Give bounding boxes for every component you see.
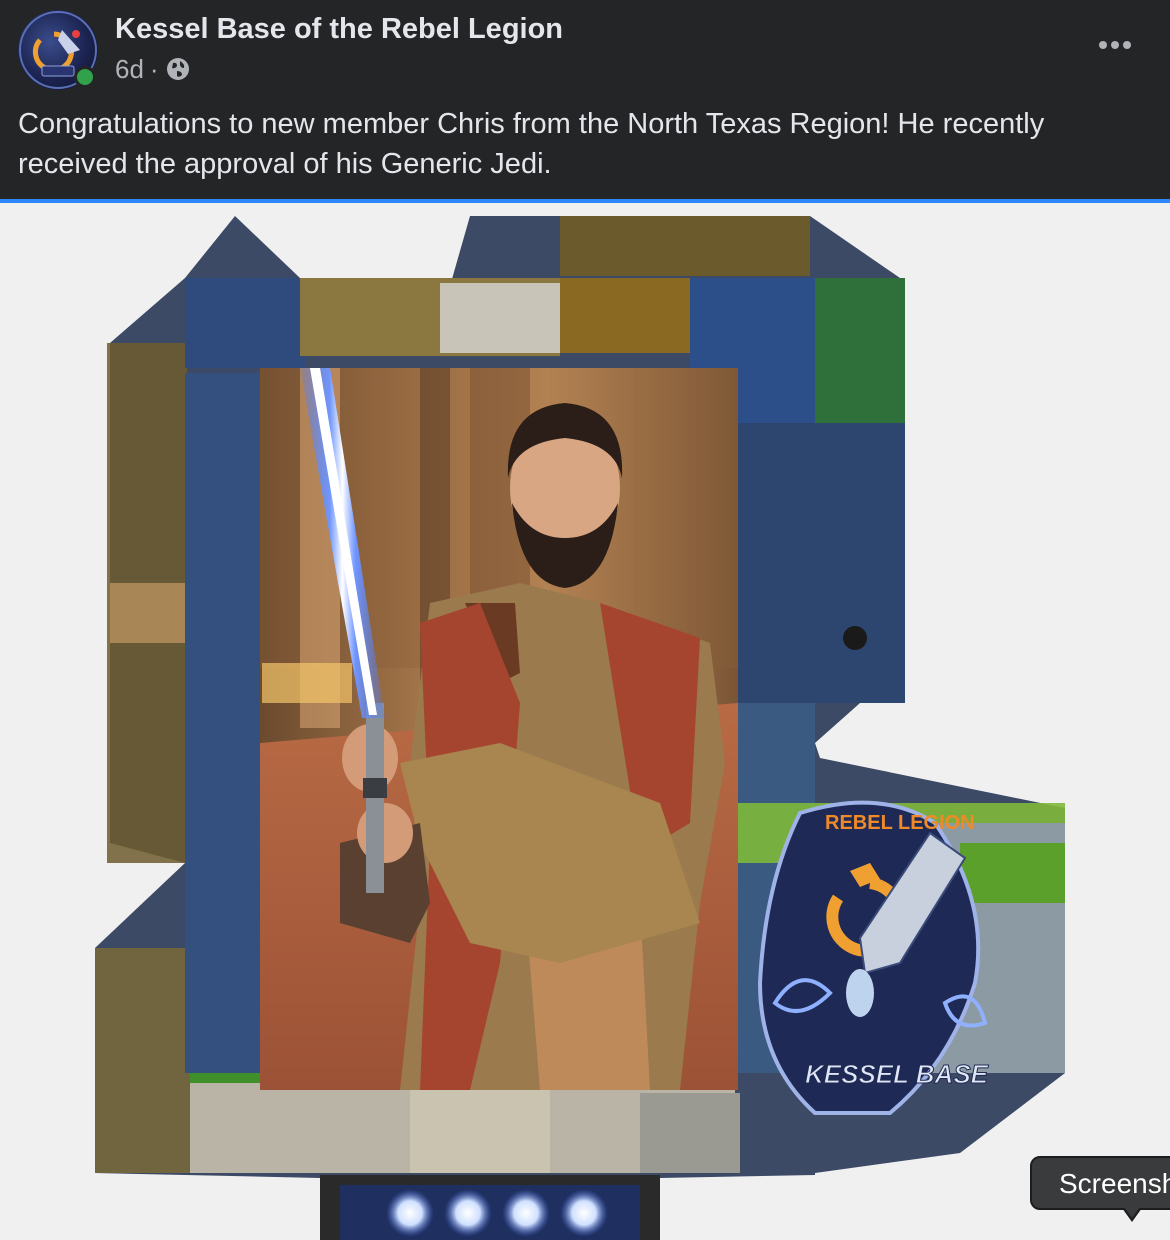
tooltip-arrow-fill [1124, 1207, 1140, 1218]
more-horizontal-icon [1099, 41, 1131, 49]
screenshot-tooltip: Screensh [1030, 1156, 1170, 1210]
patch-top-text: REBEL LEGION [825, 812, 975, 834]
post-header: Kessel Base of the Rebel Legion 6d · Con… [0, 0, 1170, 200]
post-timestamp[interactable]: 6d [115, 54, 144, 85]
post-image[interactable]: REBEL LEGION KESSEL BASE [0, 203, 1170, 1240]
page-name-link[interactable]: Kessel Base of the Rebel Legion [115, 12, 563, 46]
tooltip-label: Screensh [1059, 1168, 1170, 1199]
more-options-button[interactable] [1090, 28, 1140, 62]
card-base-lights [320, 1175, 660, 1240]
post-text: Congratulations to new member Chris from… [18, 108, 1045, 180]
post-meta: 6d · [115, 52, 191, 86]
patch-bottom-text: KESSEL BASE [805, 1059, 989, 1089]
globe-icon[interactable] [165, 56, 191, 82]
online-status-indicator [74, 66, 96, 88]
meta-separator: · [149, 53, 159, 84]
